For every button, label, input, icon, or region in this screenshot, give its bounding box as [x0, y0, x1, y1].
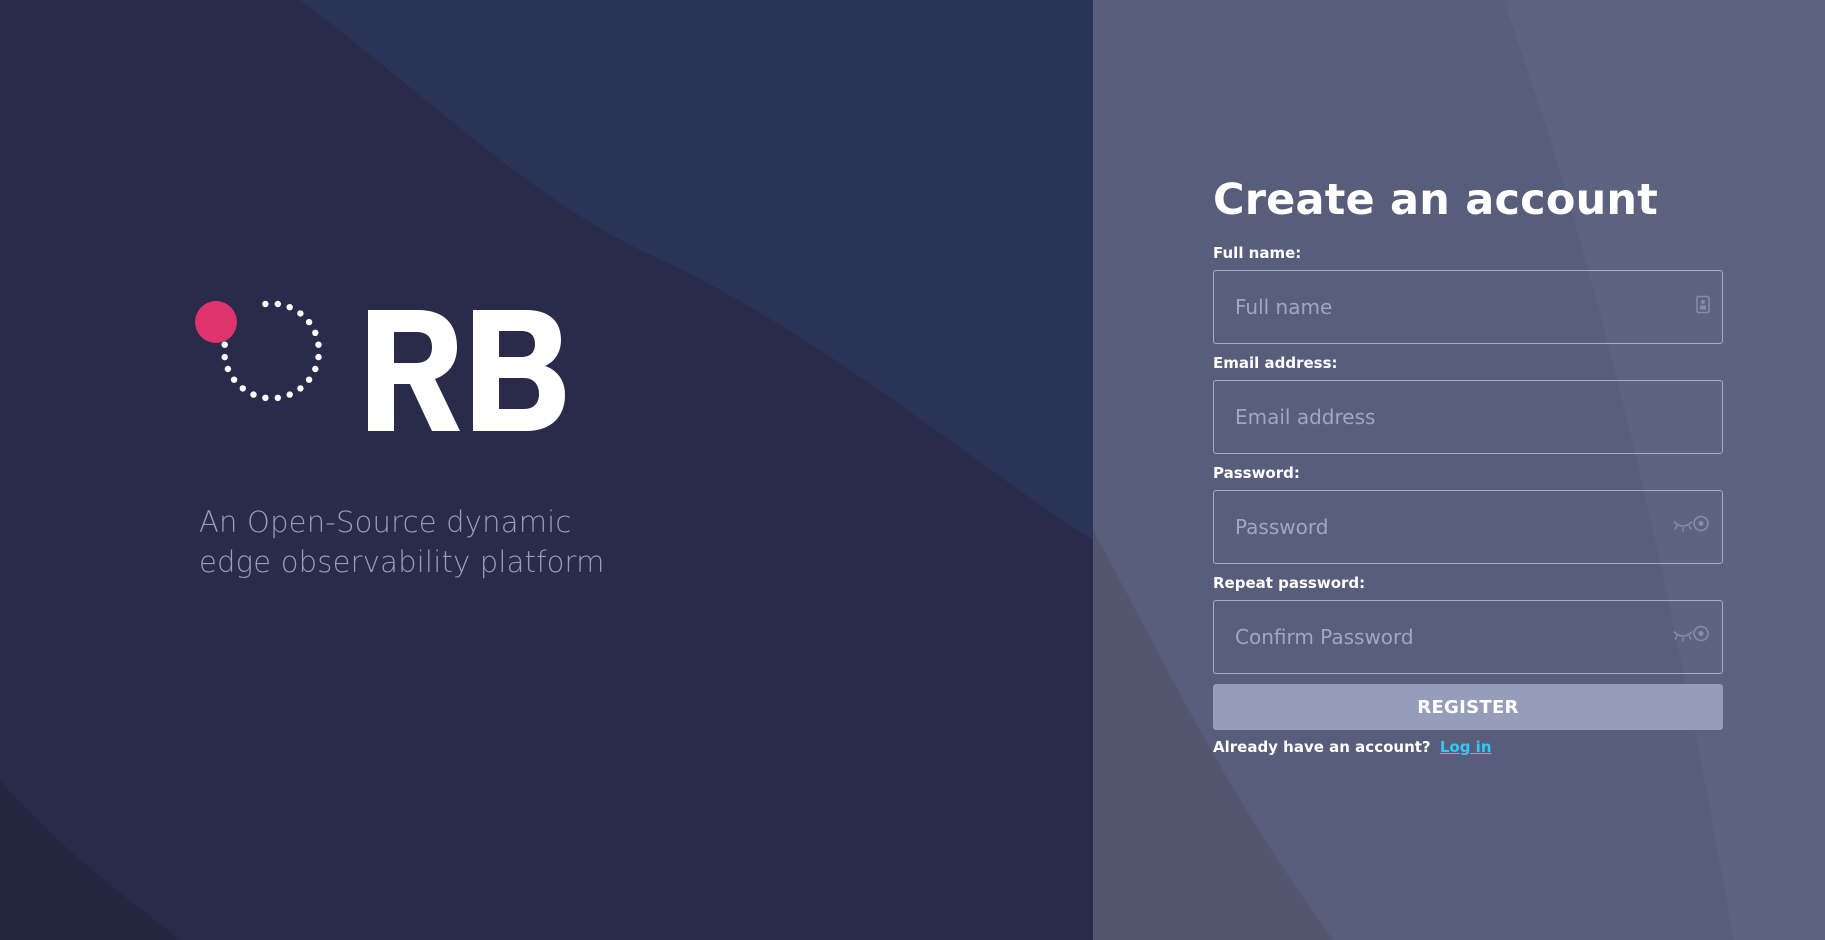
email-field: [1213, 380, 1723, 454]
email-label: Email address:: [1213, 354, 1338, 372]
eye-closed-icon[interactable]: [1672, 515, 1710, 540]
register-panel: Create an account Full name: Email addre…: [1093, 0, 1825, 940]
orb-logo: [195, 295, 615, 460]
background-shapes: [0, 0, 1093, 940]
eye-closed-icon[interactable]: [1672, 625, 1710, 650]
login-prompt-text: Already have an account?: [1213, 738, 1431, 756]
repeat-password-input[interactable]: [1214, 601, 1722, 673]
brand-panel: An Open-Source dynamic edge observabilit…: [0, 0, 1093, 940]
password-field: [1213, 490, 1723, 564]
full-name-label: Full name:: [1213, 244, 1302, 262]
register-button[interactable]: REGISTER: [1213, 684, 1723, 730]
login-prompt-row: Already have an account? Log in: [1213, 738, 1723, 756]
tagline: An Open-Source dynamic edge observabilit…: [199, 505, 605, 579]
repeat-password-field: [1213, 600, 1723, 674]
page-title: Create an account: [1213, 175, 1658, 225]
email-input[interactable]: [1214, 381, 1722, 453]
id-card-icon: [1696, 295, 1710, 319]
password-input[interactable]: [1214, 491, 1722, 563]
login-link[interactable]: Log in: [1440, 738, 1492, 756]
repeat-password-label: Repeat password:: [1213, 574, 1366, 592]
password-label: Password:: [1213, 464, 1300, 482]
register-form: Create an account Full name: Email addre…: [1213, 170, 1723, 756]
full-name-input[interactable]: [1214, 271, 1722, 343]
orb-logo-graphic: [195, 300, 565, 431]
full-name-field: [1213, 270, 1723, 344]
